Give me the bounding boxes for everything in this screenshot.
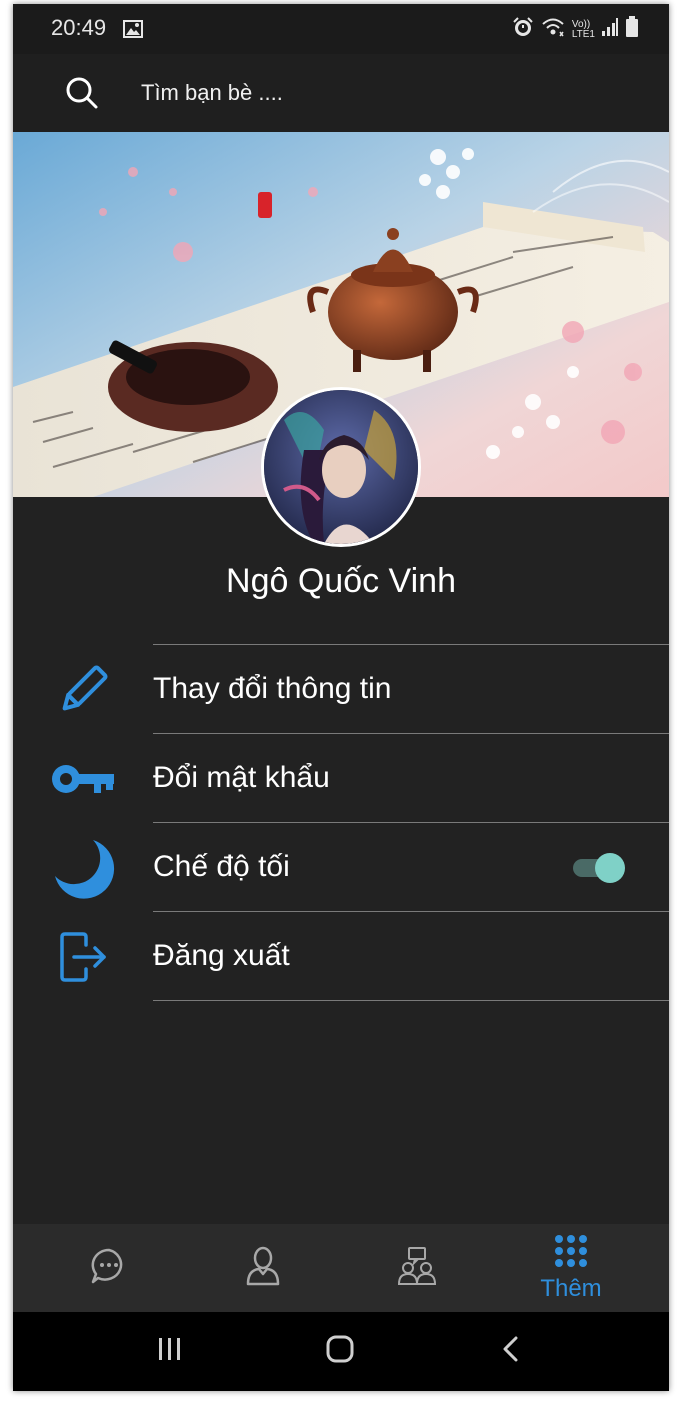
battery-icon <box>625 16 639 43</box>
chat-bubble-icon <box>89 1246 129 1291</box>
search-icon[interactable] <box>65 76 99 115</box>
nav-item-groups[interactable] <box>335 1224 499 1312</box>
menu-item-edit-info[interactable]: Thay đổi thông tin <box>13 645 669 734</box>
status-icons: Vo)) LTE1 <box>512 16 639 43</box>
alarm-icon <box>512 16 534 43</box>
menu-divider <box>153 1000 669 1001</box>
back-icon[interactable] <box>499 1334 523 1369</box>
volte-lte-icon: Vo)) LTE1 <box>571 18 595 40</box>
menu-item-label: Thay đổi thông tin <box>153 672 392 705</box>
wifi-icon <box>540 16 566 43</box>
nav-item-messages[interactable] <box>27 1224 191 1312</box>
nav-item-contacts[interactable] <box>181 1224 345 1312</box>
key-icon <box>45 748 121 810</box>
nav-item-more[interactable]: Thêm <box>489 1224 653 1312</box>
pencil-icon <box>45 659 121 721</box>
menu-item-label: Đăng xuất <box>153 939 290 972</box>
menu-item-label: Chế độ tối <box>153 850 290 883</box>
grid-dots-icon <box>554 1234 588 1273</box>
recent-apps-icon[interactable] <box>157 1334 183 1369</box>
search-input[interactable] <box>141 76 621 110</box>
profile-name: Ngô Quốc Vinh <box>226 562 456 600</box>
menu-item-dark-mode[interactable]: Chế độ tối <box>13 823 669 912</box>
menu-item-label: Đổi mật khẩu <box>153 761 330 794</box>
menu-item-change-password[interactable]: Đổi mật khẩu <box>13 734 669 823</box>
dark-mode-toggle[interactable] <box>573 853 627 883</box>
status-time: 20:49 <box>51 15 107 40</box>
avatar[interactable] <box>261 387 421 547</box>
moon-icon <box>45 837 121 899</box>
search-bar <box>13 54 669 132</box>
system-nav-bar <box>13 1312 669 1391</box>
signal-icon <box>601 17 619 42</box>
group-icon <box>397 1246 437 1291</box>
home-icon[interactable] <box>325 1334 355 1369</box>
status-bar: 20:49 Vo)) LTE1 <box>13 4 669 54</box>
nav-item-more-label: Thêm <box>540 1274 602 1302</box>
menu-item-logout[interactable]: Đăng xuất <box>13 912 669 1001</box>
logout-icon <box>45 926 121 988</box>
contact-icon <box>245 1246 281 1291</box>
bottom-nav: Thêm <box>13 1224 669 1312</box>
toggle-thumb <box>595 853 625 883</box>
phone-screen: 20:49 Vo)) LTE1 Tìm bạn bè .... Ngô Quốc… <box>13 4 669 1391</box>
image-icon <box>123 20 143 43</box>
